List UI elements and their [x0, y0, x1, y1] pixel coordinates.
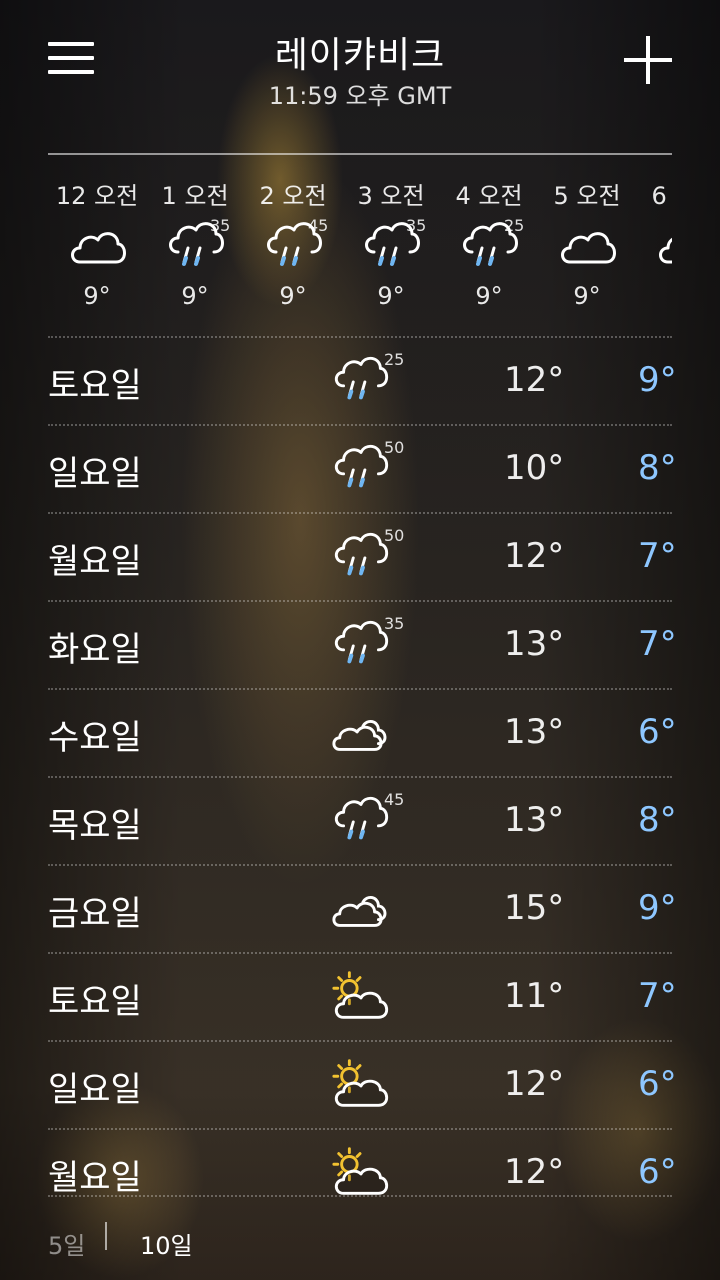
day-name: 화요일 — [48, 630, 142, 670]
daily-row[interactable]: 화요일 35 13° 7° — [48, 600, 677, 688]
daily-row[interactable]: 토요일 11° 7° — [48, 952, 677, 1040]
rain-icon — [330, 792, 392, 848]
day-name: 월요일 — [48, 542, 142, 582]
daily-row[interactable]: 월요일 50 12° 7° — [48, 512, 677, 600]
precip-chance: 25 — [504, 216, 525, 235]
hour-temp: 9° — [636, 282, 672, 310]
low-temp: 7° — [638, 976, 677, 1016]
low-temp: 7° — [638, 536, 677, 576]
daily-row[interactable]: 금요일 15° 9° — [48, 864, 677, 952]
divider — [48, 1195, 672, 1197]
partly-sunny-icon — [330, 968, 392, 1024]
ten-day-option[interactable]: 10일 — [140, 1226, 193, 1261]
precip-chance: 45 — [308, 216, 329, 235]
hour-time: 1 오전 — [161, 182, 229, 210]
rain-icon — [330, 616, 392, 672]
daily-row[interactable]: 일요일 50 10° 8° — [48, 424, 677, 512]
divider — [48, 153, 672, 155]
daily-row[interactable]: 월요일 12° 6° — [48, 1128, 677, 1216]
day-name: 토요일 — [48, 982, 142, 1022]
high-temp: 12° — [504, 536, 565, 576]
hour-temp: 9° — [573, 282, 601, 310]
rain-icon — [330, 352, 392, 408]
five-day-option[interactable]: 5일 — [48, 1226, 85, 1261]
rain-icon — [330, 528, 392, 584]
low-temp: 6° — [638, 1152, 677, 1192]
daily-row[interactable]: 목요일 45 13° 8° — [48, 776, 677, 864]
hour-time: 6 오전 — [651, 182, 672, 210]
day-name: 목요일 — [48, 806, 142, 846]
app-header: 레이캬비크 11:59 오후 GMT — [0, 0, 720, 130]
precip-chance: 35 — [210, 216, 231, 235]
precip-chance: 45 — [384, 790, 405, 809]
high-temp: 12° — [504, 1064, 565, 1104]
precip-chance: 25 — [384, 350, 405, 369]
toggle-separator — [105, 1222, 107, 1250]
daily-row[interactable]: 수요일 13° 6° — [48, 688, 677, 776]
cloudy-icon — [330, 880, 392, 936]
low-temp: 8° — [638, 448, 677, 488]
hour-time: 3 오전 — [357, 182, 425, 210]
day-name: 수요일 — [48, 718, 142, 758]
low-temp: 6° — [638, 712, 677, 752]
hour-time: 5 오전 — [553, 182, 621, 210]
low-temp: 9° — [638, 360, 677, 400]
cloud-icon — [66, 218, 130, 274]
daily-row[interactable]: 일요일 12° 6° — [48, 1040, 677, 1128]
hour-time: 2 오전 — [259, 182, 327, 210]
cloudy-icon — [330, 704, 392, 760]
partly-sunny-icon — [330, 1144, 392, 1200]
city-title: 레이캬비크 — [274, 35, 446, 76]
high-temp: 13° — [504, 800, 565, 840]
high-temp: 10° — [504, 448, 565, 488]
hourly-forecast-strip[interactable]: 12 오전 9° 1 오전 35 9° 2 오전 45 9° 3 오전 35 9° 4 오전 25 9° 5… — [48, 160, 672, 330]
hour-temp: 9° — [475, 282, 503, 310]
high-temp: 11° — [504, 976, 565, 1016]
daily-row[interactable]: 토요일 25 12° 9° — [48, 336, 677, 424]
partly-sunny-icon — [330, 1056, 392, 1112]
hour-temp: 9° — [377, 282, 405, 310]
day-name: 월요일 — [48, 1158, 142, 1198]
daily-forecast-list: 토요일 25 12° 9° 일요일 50 10° 8° 월요일 50 12° 7° 화요일 35 13° 7°… — [48, 336, 677, 1216]
high-temp: 13° — [504, 712, 565, 752]
day-name: 토요일 — [48, 366, 142, 406]
low-temp: 6° — [638, 1064, 677, 1104]
precip-chance: 35 — [406, 216, 427, 235]
precip-chance: 35 — [384, 614, 405, 633]
hour-temp: 9° — [279, 282, 307, 310]
high-temp: 13° — [504, 624, 565, 664]
hour-time: 12 오전 — [55, 182, 139, 210]
day-name: 일요일 — [48, 454, 142, 494]
add-city-plus-icon[interactable] — [624, 36, 672, 84]
hour-time: 4 오전 — [455, 182, 523, 210]
local-time: 11:59 오후 GMT — [268, 82, 452, 110]
low-temp: 8° — [638, 800, 677, 840]
day-name: 일요일 — [48, 1070, 142, 1110]
cloud-icon — [654, 218, 672, 274]
precip-chance: 50 — [384, 438, 405, 457]
high-temp: 12° — [504, 360, 565, 400]
low-temp: 7° — [638, 624, 677, 664]
hour-temp: 9° — [181, 282, 209, 310]
hour-temp: 9° — [83, 282, 111, 310]
rain-icon — [330, 440, 392, 496]
low-temp: 9° — [638, 888, 677, 928]
high-temp: 12° — [504, 1152, 565, 1192]
day-name: 금요일 — [48, 894, 142, 934]
precip-chance: 50 — [384, 526, 405, 545]
cloud-icon — [556, 218, 620, 274]
high-temp: 15° — [504, 888, 565, 928]
